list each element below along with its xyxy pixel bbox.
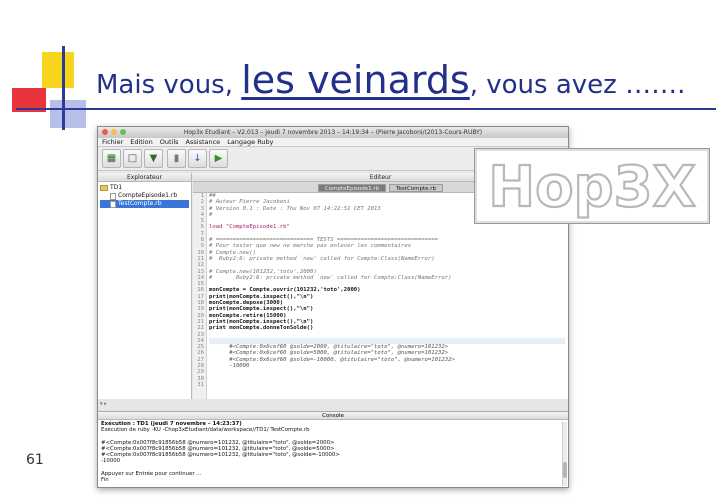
file-label: CompteEpisode1.rb — [118, 192, 178, 199]
download-arrow-icon: ↓ — [193, 153, 202, 164]
slide-title: Mais vous, les veinards, vous avez ……. — [96, 58, 685, 102]
explorer-title: Explorateur — [98, 173, 191, 182]
menu-outils[interactable]: Outils — [160, 138, 179, 146]
title-highlight: les veinards — [241, 58, 470, 102]
menu-assistance[interactable]: Assistance — [186, 138, 221, 146]
close-icon[interactable] — [102, 129, 108, 135]
file-icon — [110, 200, 116, 208]
hop3x-logo: Hop3X — [474, 148, 710, 224]
explorer-pane: Explorateur TD1 CompteEpisode1.rb TestCo… — [98, 173, 192, 399]
file-icon — [110, 192, 116, 200]
maximize-icon[interactable] — [120, 129, 126, 135]
file-tree: TD1 CompteEpisode1.rb TestCompte.rb — [98, 182, 191, 210]
file-label: TestCompte.rb — [118, 200, 162, 207]
window-controls — [102, 129, 126, 135]
slide-number: 61 — [26, 452, 44, 468]
run-button[interactable]: ▶ — [209, 149, 228, 168]
new-file-button[interactable]: □ — [123, 149, 142, 168]
new-file-icon: □ — [127, 153, 138, 164]
tab-compteepisode1[interactable]: CompteEpisode1.rb — [317, 184, 387, 192]
console-title: Console — [98, 412, 568, 420]
menu-bar: Fichier Edition Outils Assistance Langag… — [98, 138, 568, 147]
line-number-gutter: 1 2 3 4 5 6 7 8 9 10 11 12 13 14 15 16 17 18 19 20 21 22 23 24 2… — [193, 193, 207, 399]
trash-icon: ▮ — [173, 153, 180, 164]
download-button[interactable]: ↓ — [188, 149, 207, 168]
save-button[interactable]: ▼ — [144, 149, 163, 168]
yellow-square-decoration — [42, 52, 74, 88]
run-icon: ▶ — [214, 153, 223, 164]
save-icon: ▼ — [149, 153, 158, 164]
folder-label: TD1 — [110, 184, 123, 191]
folder-icon — [100, 185, 108, 191]
tree-file-compteepisode1[interactable]: CompteEpisode1.rb — [100, 192, 189, 200]
console-line: Fin — [101, 476, 109, 483]
console-scrollbar[interactable] — [562, 422, 567, 486]
new-folder-icon: ▦ — [106, 153, 117, 164]
blue-square-decoration — [50, 100, 86, 128]
tab-testcompte[interactable]: TestCompte.rb — [389, 184, 444, 192]
pane-splitter[interactable]: ▾ ▸ — [98, 399, 568, 411]
new-project-button[interactable]: ▦ — [102, 149, 121, 168]
title-prefix: Mais vous, — [96, 70, 242, 100]
console-pane: Console Exécution : TD1 (jeudi 7 novembr… — [98, 411, 568, 487]
scrollbar-thumb[interactable] — [563, 462, 567, 478]
menu-edition[interactable]: Edition — [130, 138, 153, 146]
logo-text: Hop3X — [488, 155, 696, 220]
delete-button[interactable]: ▮ — [167, 149, 186, 168]
console-output[interactable]: Exécution : TD1 (jeudi 7 novembre – 14:2… — [98, 420, 568, 484]
title-suffix: , vous avez ……. — [469, 70, 686, 100]
window-titlebar[interactable]: Hop3x Etudiant – V2.013 – jeudi 7 novemb… — [98, 127, 568, 138]
window-title: Hop3x Etudiant – V2.013 – jeudi 7 novemb… — [183, 129, 483, 136]
menu-langage-ruby[interactable]: Langage Ruby — [227, 138, 273, 146]
vertical-rule — [62, 46, 65, 130]
line-number: 31 — [197, 381, 204, 388]
horizontal-rule — [16, 108, 716, 110]
menu-fichier[interactable]: Fichier — [102, 138, 123, 146]
tree-folder-td1[interactable]: TD1 — [100, 184, 189, 192]
logo-graphic: Hop3X — [487, 154, 697, 220]
tree-file-testcompte[interactable]: TestCompte.rb — [100, 200, 189, 208]
minimize-icon[interactable] — [111, 129, 117, 135]
